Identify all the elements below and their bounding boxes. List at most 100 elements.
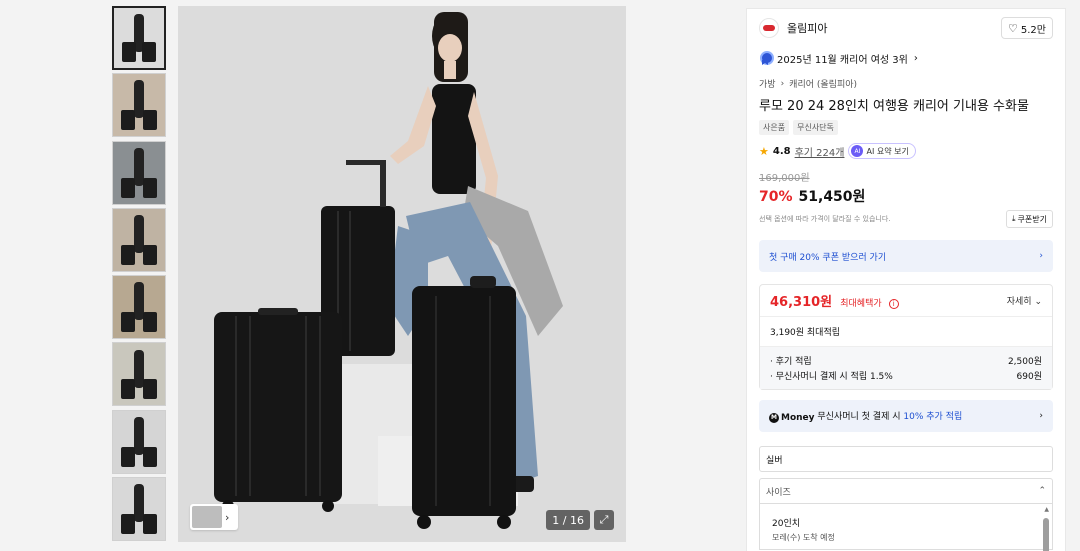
download-icon: ⤓ xyxy=(1012,214,1016,223)
thumbnail-suitcase xyxy=(143,244,157,265)
thumbnail-suitcase xyxy=(121,244,135,265)
thumbnail-suitcase xyxy=(143,312,157,333)
thumbnail-list xyxy=(112,6,166,544)
price-note: 선택 옵션에 따라 가격이 달라질 수 있습니다. xyxy=(759,215,891,223)
tag-badge: 무신사단독 xyxy=(793,120,838,135)
thumbnail-suitcase xyxy=(121,514,135,535)
coupon-button[interactable]: ⤓ 쿠폰받기 xyxy=(1006,210,1053,228)
medal-icon xyxy=(759,51,774,65)
points-list: · 후기 적립 2,500원 · 무신사머니 결제 시 적립 1.5% 690원 xyxy=(760,347,1052,389)
chevron-right-icon: › xyxy=(913,52,918,64)
main-product-image[interactable]: › 1 / 16 ⤢ xyxy=(178,6,626,542)
color-select-value: 실버 xyxy=(766,455,783,466)
ranking-link[interactable]: 2025년 11월 캐리어 여성 3위 › xyxy=(759,47,1053,69)
max-benefit-price: 46,310원 xyxy=(770,295,833,310)
chevron-right-icon: › xyxy=(225,510,230,524)
size-option[interactable]: 20인치 xyxy=(772,516,1040,529)
size-select-label: 사이즈 xyxy=(766,487,791,498)
thumbnail-item[interactable] xyxy=(112,6,166,70)
thumbnail-item[interactable] xyxy=(112,477,166,542)
breadcrumb: 가방 › 캐리어 (올림피아) xyxy=(759,77,1053,91)
size-dropdown: 20인치 모레(수) 도착 예정 ▲ xyxy=(759,504,1053,551)
ranking-text: 2025년 11월 캐리어 여성 3위 xyxy=(777,54,908,66)
ai-icon: AI xyxy=(851,145,864,157)
money-logo: M Money xyxy=(769,412,815,423)
breadcrumb-item[interactable]: 캐리어 (올림피아) xyxy=(789,77,857,90)
thumbnail-suitcase xyxy=(142,42,156,62)
points-item-value: 690원 xyxy=(1016,372,1042,382)
ai-summary-button[interactable]: AI AI 요약 보기 xyxy=(848,143,916,159)
detail-button[interactable]: 자세히 ⌄ xyxy=(1007,294,1042,307)
rating-score: 4.8 xyxy=(772,145,791,157)
scroll-up-icon[interactable]: ▲ xyxy=(1044,506,1049,513)
rating-row: ★ 4.8 후기 224개 AI AI 요약 보기 xyxy=(759,143,1053,159)
like-button[interactable]: ♡ 5.2만 xyxy=(1001,17,1053,39)
original-price: 169,000원 xyxy=(759,173,810,184)
money-icon: M xyxy=(769,412,779,423)
thumbnail-suitcase xyxy=(122,42,136,62)
money-highlight: 10% 추가 적립 xyxy=(903,412,963,423)
thumbnail-suitcase xyxy=(121,446,135,467)
brand-link[interactable]: 올림피아 xyxy=(759,18,827,38)
dropdown-scrollbar[interactable] xyxy=(1043,518,1049,551)
points-total: 3,190원 최대적립 xyxy=(760,317,1052,347)
discount-rate: 70% xyxy=(759,189,793,205)
thumbnail-item[interactable] xyxy=(112,275,166,340)
product-title: 루모 20 24 28인치 여행용 캐리어 기내용 수화물 xyxy=(759,99,1029,114)
tag-list: 사은품 무신사단독 xyxy=(759,120,1053,135)
thumbnail-suitcase xyxy=(143,379,157,400)
points-item: · 무신사머니 결제 시 적립 1.5% 690원 xyxy=(770,368,1042,383)
detail-label: 자세히 xyxy=(1006,297,1032,307)
heart-icon: ♡ xyxy=(1008,21,1018,35)
color-select[interactable]: 실버 xyxy=(759,446,1053,472)
thumbnail-suitcase xyxy=(121,379,135,400)
ai-summary-label: AI 요약 보기 xyxy=(866,146,909,156)
thumbnail-suitcase xyxy=(143,177,157,198)
thumbnail-suitcase xyxy=(143,110,157,131)
first-purchase-banner[interactable]: 첫 구매 20% 쿠폰 받으러 가기 › xyxy=(759,240,1053,272)
like-count: 5.2만 xyxy=(1020,24,1046,36)
chevron-right-icon: › xyxy=(780,78,785,89)
points-item-value: 2,500원 xyxy=(1007,357,1042,367)
expand-icon[interactable]: ⤢ xyxy=(594,510,614,530)
money-text: 무신사머니 첫 결제 시 xyxy=(817,412,901,423)
sale-price: 51,450원 xyxy=(798,189,866,205)
info-icon[interactable]: i xyxy=(888,299,899,309)
size-select[interactable]: 사이즈 ⌃ xyxy=(759,478,1053,504)
money-banner[interactable]: M Money 무신사머니 첫 결제 시 10% 추가 적립 › xyxy=(759,400,1053,432)
chevron-right-icon: › xyxy=(1039,411,1043,421)
star-icon: ★ xyxy=(759,144,769,158)
size-option-delivery: 모레(수) 도착 예정 xyxy=(772,533,835,542)
breadcrumb-item[interactable]: 가방 xyxy=(759,77,776,90)
image-counter: 1 / 16 xyxy=(546,510,590,530)
thumbnail-suitcase xyxy=(143,446,157,467)
max-benefit-label: 최대혜택가 xyxy=(840,299,882,309)
chevron-up-icon: ⌃ xyxy=(1038,486,1046,496)
thumbnail-item[interactable] xyxy=(112,140,166,205)
thumbnail-suitcase xyxy=(121,177,135,198)
product-page: › 1 / 16 ⤢ 올림피아 ♡ 5.2만 2025년 11월 캐리어 여성 … xyxy=(0,0,1080,551)
thumbnail-item[interactable] xyxy=(112,342,166,407)
image-viewer-toggle[interactable]: › xyxy=(190,504,238,530)
thumbnail-item[interactable] xyxy=(112,207,166,272)
money-logo-text: Money xyxy=(781,412,815,423)
review-link[interactable]: 후기 224개 xyxy=(795,144,845,159)
first-purchase-text: 첫 구매 20% 쿠폰 받으러 가기 xyxy=(769,252,887,263)
brand-name: 올림피아 xyxy=(787,22,828,35)
points-item-label: · 무신사머니 결제 시 적립 1.5% xyxy=(770,372,893,382)
thumbnail-suitcase xyxy=(121,110,135,131)
thumbnail-suitcase xyxy=(143,514,157,535)
points-item-label: · 후기 적립 xyxy=(770,357,812,367)
points-item: · 후기 적립 2,500원 xyxy=(770,353,1042,368)
brand-logo xyxy=(759,18,779,38)
product-info-panel: 올림피아 ♡ 5.2만 2025년 11월 캐리어 여성 3위 › 가방 › 캐… xyxy=(746,8,1066,551)
thumbnail-suitcase xyxy=(121,312,135,333)
chevron-down-icon: ⌄ xyxy=(1034,297,1042,307)
product-photo xyxy=(178,6,626,542)
thumbnail-item[interactable] xyxy=(112,73,166,138)
chevron-right-icon: › xyxy=(1039,251,1043,261)
tag-badge: 사은품 xyxy=(759,120,790,135)
mini-preview xyxy=(192,506,222,528)
coupon-label: 쿠폰받기 xyxy=(1017,214,1047,224)
thumbnail-item[interactable] xyxy=(112,409,166,474)
